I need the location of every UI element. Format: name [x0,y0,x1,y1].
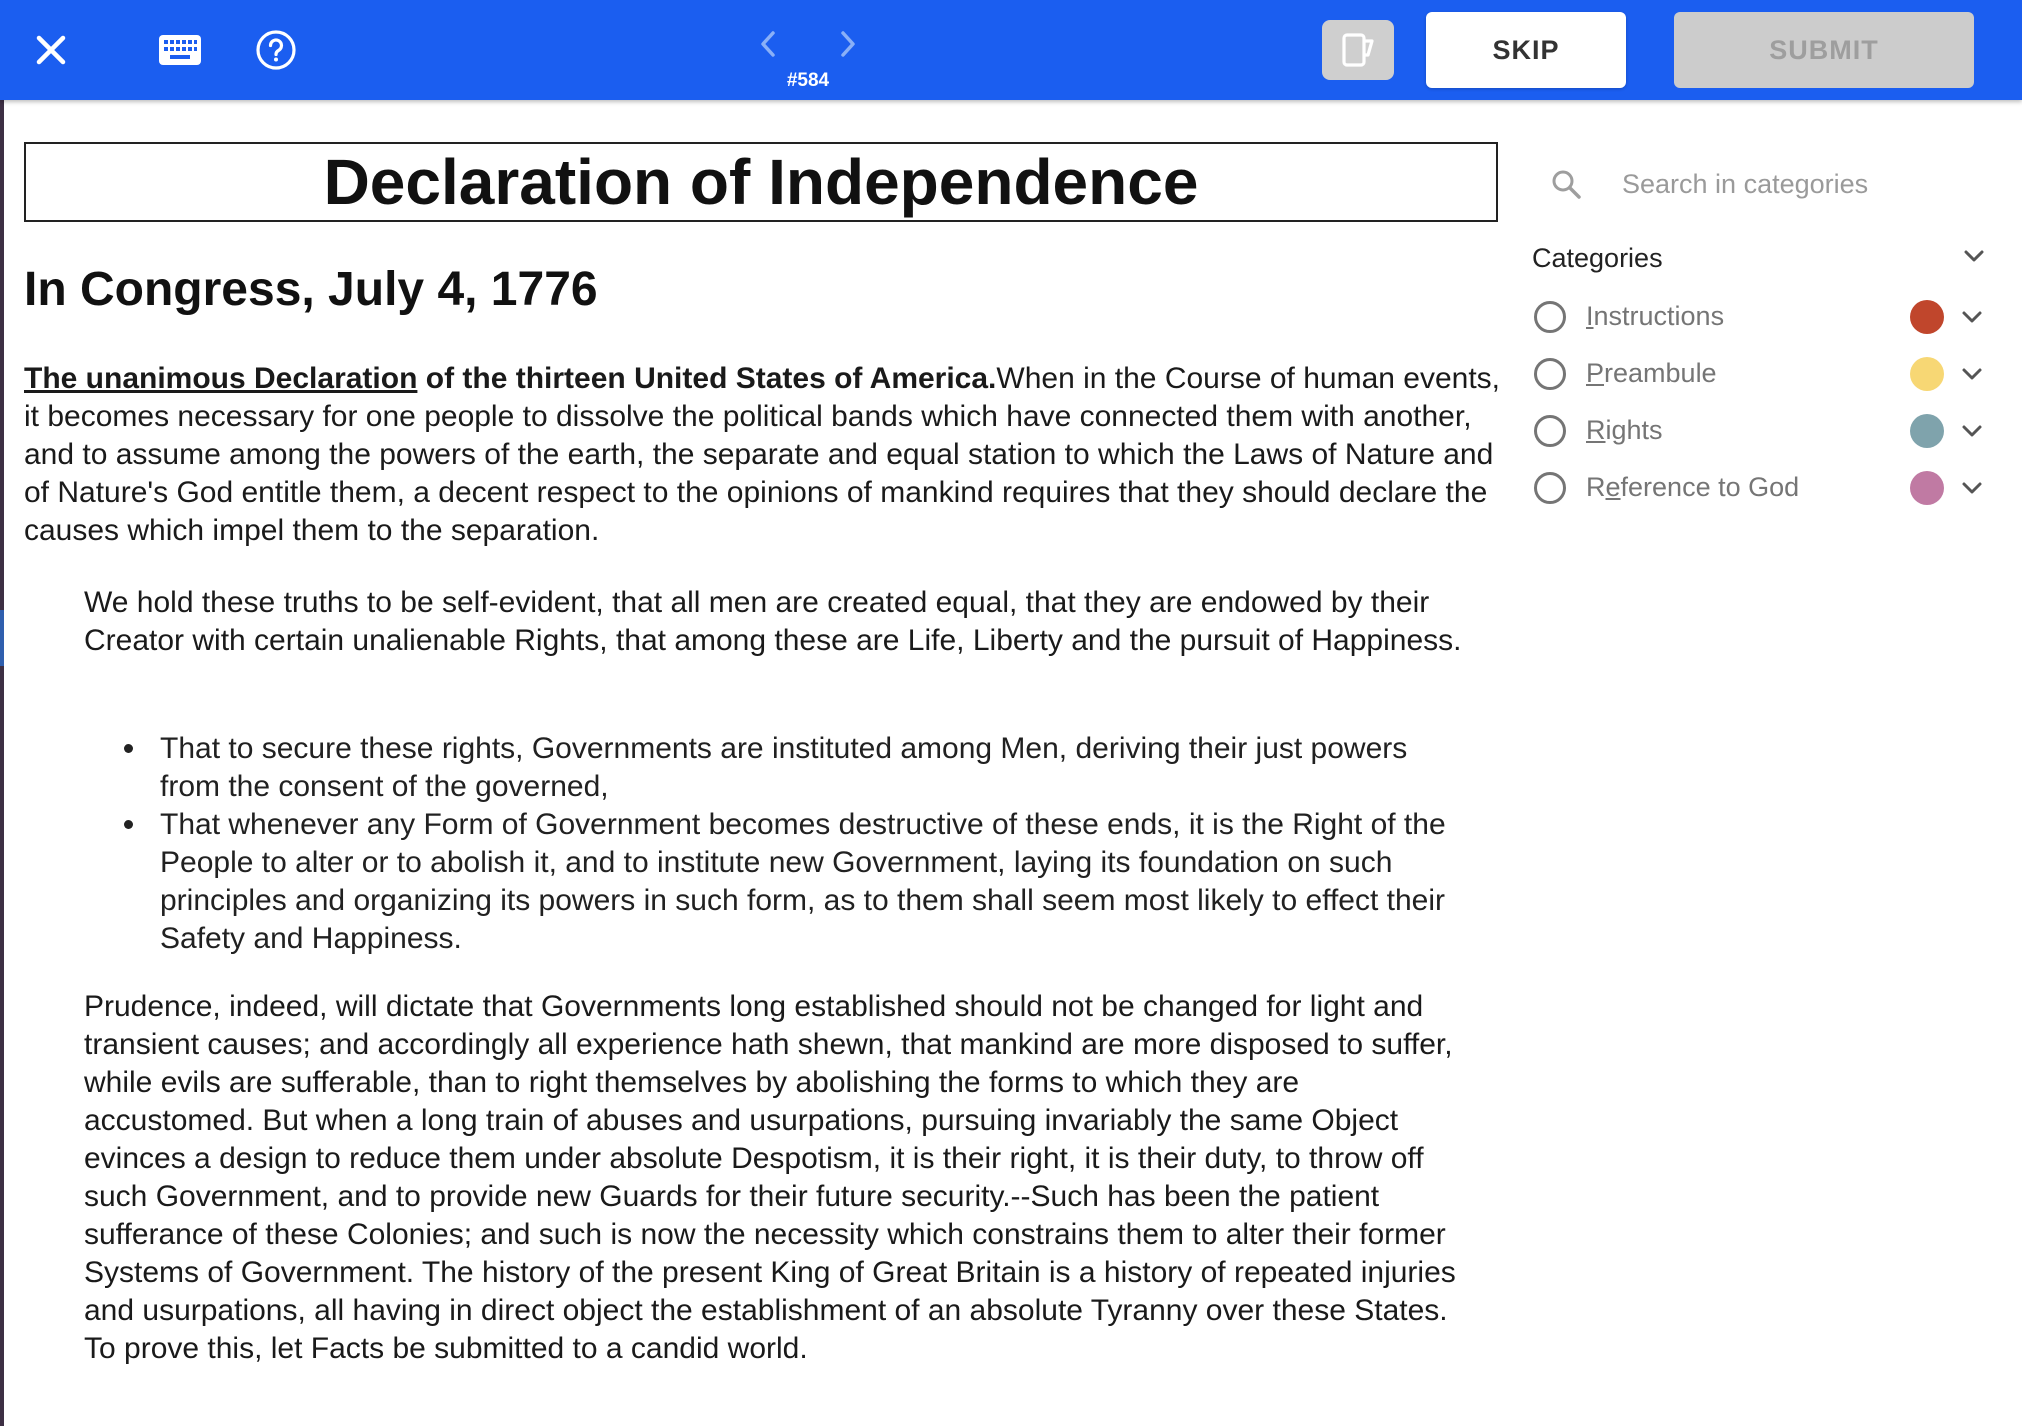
category-preambule[interactable]: Preambule [1532,345,1992,402]
category-label: Reference to God [1586,472,1800,502]
radio-button[interactable] [1534,471,1566,504]
category-label: Rights [1586,415,1663,445]
close-icon[interactable] [24,26,78,74]
task-id: #584 [786,70,830,91]
left-edge-accent [0,610,4,666]
categories-label: Categories [1532,242,1663,273]
radio-button[interactable] [1534,300,1566,333]
radio-button[interactable] [1534,357,1566,390]
chevron-down-icon[interactable] [1956,358,1988,390]
chevron-right-icon[interactable] [828,22,868,66]
list-item: That whenever any Form of Government bec… [124,806,1474,958]
category-color-swatch [1910,470,1944,505]
truths-paragraph: We hold these truths to be self-evident,… [84,586,1462,657]
search-icon [1544,162,1588,206]
document-title: Declaration of Independence [24,142,1498,222]
submit-button[interactable]: SUBMIT [1674,12,1974,88]
categories-header[interactable]: Categories [1532,238,1988,278]
intro-bold: of the thirteen United States of America… [417,362,997,395]
prudence-paragraph: Prudence, indeed, will dictate that Gove… [84,990,1456,1365]
category-color-swatch [1910,299,1944,334]
top-toolbar: #584 SKIP SUBMIT [0,0,2022,100]
category-list: Instructions Preambule Rights Reference … [1532,288,1992,516]
list-item: That to secure these rights, Governments… [124,730,1474,806]
keyboard-icon[interactable] [152,26,208,74]
category-label: Instructions [1586,301,1725,331]
left-edge-bar [0,100,4,1426]
search-input[interactable] [1622,162,1982,206]
chevron-down-icon[interactable] [1956,472,1988,504]
panel-toggle-icon[interactable] [1322,20,1394,80]
chevron-down-icon[interactable] [1960,242,1988,275]
category-rights[interactable]: Rights [1532,402,1992,459]
rights-bullet-list: That to secure these rights, Governments… [124,730,1474,958]
radio-button[interactable] [1534,414,1566,447]
category-color-swatch [1910,413,1944,448]
document-area: Declaration of Independence In Congress,… [24,142,1500,1365]
chevron-left-icon[interactable] [748,22,788,66]
intro-link[interactable]: The unanimous Declaration [24,362,417,395]
category-label: Preambule [1586,358,1717,388]
skip-button[interactable]: SKIP [1426,12,1626,88]
help-icon[interactable] [248,24,304,76]
chevron-down-icon[interactable] [1956,301,1988,333]
chevron-down-icon[interactable] [1956,415,1988,447]
document-subtitle: In Congress, July 4, 1776 [24,263,598,316]
intro-paragraph: The unanimous Declaration of the thirtee… [24,360,1504,550]
category-color-swatch [1910,356,1944,391]
category-instructions[interactable]: Instructions [1532,288,1992,345]
category-reference-to-god[interactable]: Reference to God [1532,459,1992,516]
category-search [1544,156,1984,212]
